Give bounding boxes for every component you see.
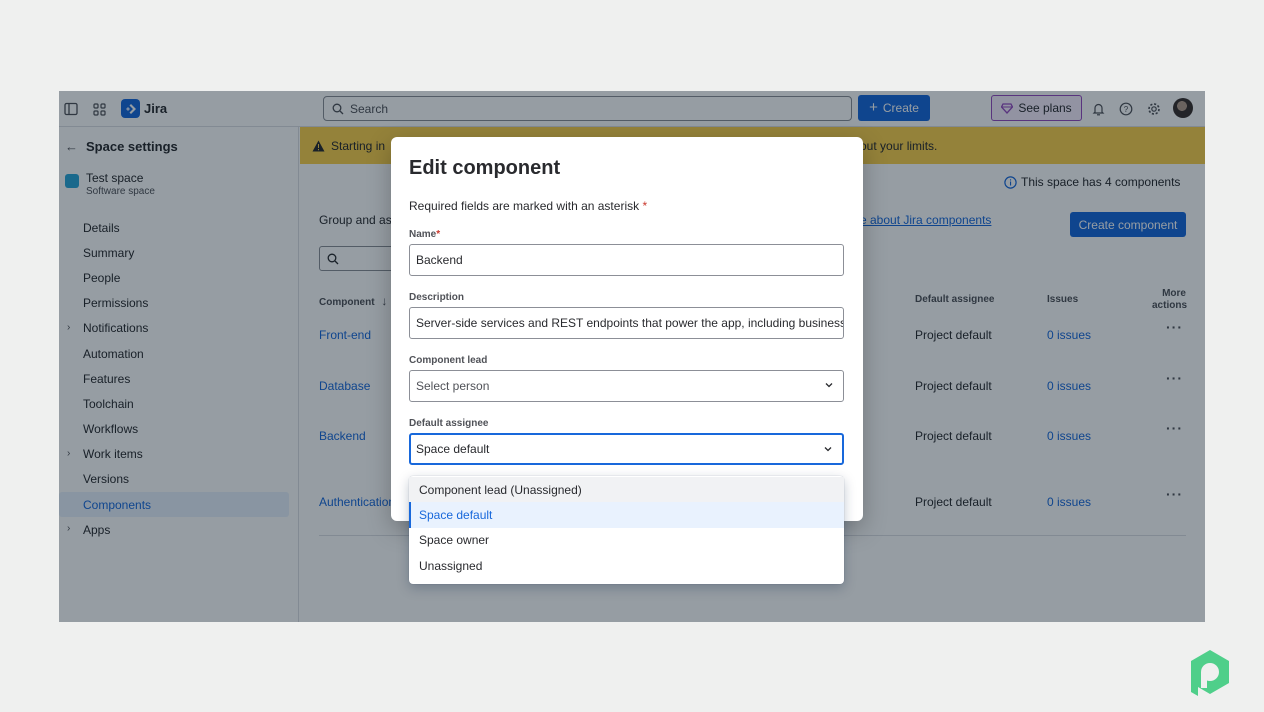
chevron-down-icon (824, 447, 832, 452)
field-label-text: Name (409, 229, 437, 240)
name-field-value: Backend (416, 253, 463, 267)
option-unassigned[interactable]: Unassigned (409, 553, 844, 578)
name-field[interactable]: Backend (409, 244, 844, 276)
default-assignee-options: Component lead (Unassigned) Space defaul… (409, 476, 844, 584)
component-lead-placeholder: Select person (416, 379, 490, 393)
brand-watermark-logo (1191, 650, 1229, 696)
component-lead-select[interactable]: Select person (409, 370, 844, 402)
edit-component-dialog: Edit component Required fields are marke… (391, 137, 863, 521)
required-asterisk: * (436, 229, 441, 240)
description-field[interactable]: Server-side services and REST endpoints … (409, 307, 844, 339)
option-component-lead[interactable]: Component lead (Unassigned) (409, 477, 844, 503)
default-assignee-label: Default assignee (409, 418, 489, 429)
required-fields-note: Required fields are marked with an aster… (409, 199, 647, 213)
chevron-down-icon (825, 383, 833, 388)
option-space-default[interactable]: Space default (409, 502, 844, 528)
description-label: Description (409, 292, 465, 303)
required-asterisk: * (642, 199, 648, 213)
component-lead-label: Component lead (409, 355, 488, 366)
name-label: Name* (409, 229, 440, 240)
description-field-value: Server-side services and REST endpoints … (416, 316, 844, 330)
dialog-title: Edit component (409, 157, 561, 179)
option-space-owner[interactable]: Space owner (409, 528, 844, 553)
default-assignee-value: Space default (416, 442, 490, 456)
default-assignee-select[interactable]: Space default (409, 433, 844, 465)
required-note-text: Required fields are marked with an aster… (409, 199, 640, 213)
